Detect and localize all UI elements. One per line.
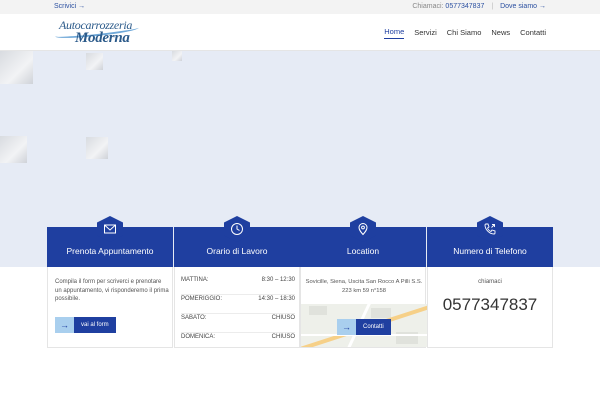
chiamaci-number-link[interactable]: 0577347837 bbox=[445, 3, 484, 10]
hours-row: DOMENICA: CHIUSO bbox=[181, 333, 295, 352]
nav-item-contatti[interactable]: Contatti bbox=[520, 26, 546, 39]
panel-description: Compila il form per scriverci e prenotar… bbox=[55, 279, 169, 302]
dove-siamo-link[interactable]: Dove siamo → bbox=[500, 3, 546, 10]
scrivici-link[interactable]: Scrivici → bbox=[54, 0, 85, 14]
hours-row: MATTINA: 8:30 – 12:30 bbox=[181, 276, 295, 295]
hours-time: CHIUSO bbox=[271, 315, 295, 321]
nav-item-chi-siamo[interactable]: Chi Siamo bbox=[447, 26, 482, 39]
logo[interactable]: Autocarrozzeria Moderna bbox=[54, 18, 140, 48]
nav-item-servizi[interactable]: Servizi bbox=[414, 26, 437, 39]
hours-list: MATTINA: 8:30 – 12:30 POMERIGGIO: 14:30 … bbox=[181, 276, 295, 352]
hours-row: POMERIGGIO: 14:30 – 18:30 bbox=[181, 295, 295, 314]
panel-header: Orario di Lavoro bbox=[174, 216, 300, 267]
arrow-right-icon: → bbox=[337, 319, 356, 335]
panel-title: Numero di Telefono bbox=[453, 246, 527, 256]
panel-header: Location bbox=[300, 216, 426, 267]
contact-info: Chiamaci: 0577347837 | Dove siamo → bbox=[412, 0, 546, 14]
panel-title: Orario di Lavoro bbox=[206, 246, 268, 256]
hours-day: SABATO: bbox=[181, 315, 207, 321]
panel-title: Prenota Appuntamento bbox=[66, 246, 154, 256]
hours-day: DOMENICA: bbox=[181, 334, 216, 340]
address-text: Sovicille, Siena, Uscita San Rocco A Pil… bbox=[305, 279, 423, 294]
hours-row: SABATO: CHIUSO bbox=[181, 314, 295, 333]
vai-al-form-button[interactable]: → vai al form bbox=[55, 317, 116, 333]
main-nav: Home Servizi Chi Siamo News Contatti bbox=[384, 14, 546, 50]
chiamaci-label: Chiamaci: bbox=[412, 3, 444, 10]
hours-day: MATTINA: bbox=[181, 277, 209, 283]
map-block bbox=[371, 308, 391, 318]
chiamaci-text: chiamaci bbox=[478, 279, 502, 285]
nav-item-home[interactable]: Home bbox=[384, 25, 405, 39]
panel-body: Compila il form per scriverci e prenotar… bbox=[47, 267, 173, 348]
panel-body: chiamaci 0577347837 bbox=[427, 267, 553, 348]
panel-title: Location bbox=[346, 246, 380, 256]
button-label: vai al form bbox=[74, 317, 116, 333]
separator: | bbox=[491, 3, 494, 10]
decorative-tile bbox=[0, 136, 27, 163]
hours-time: 8:30 – 12:30 bbox=[261, 277, 295, 283]
map-block bbox=[309, 306, 327, 315]
panel-body: MATTINA: 8:30 – 12:30 POMERIGGIO: 14:30 … bbox=[174, 267, 300, 348]
phone-number-link[interactable]: 0577347837 bbox=[428, 295, 552, 315]
decorative-tile bbox=[86, 53, 103, 70]
top-bar: Scrivici → Chiamaci: 0577347837 | Dove s… bbox=[0, 0, 600, 14]
header: Autocarrozzeria Moderna Home Servizi Chi… bbox=[0, 14, 600, 51]
arrow-right-icon: → bbox=[55, 317, 74, 333]
panel-body: Sovicille, Siena, Uscita San Rocco A Pil… bbox=[300, 267, 427, 348]
decorative-tile bbox=[86, 137, 108, 159]
hours-time: 14:30 – 18:30 bbox=[258, 296, 295, 302]
decorative-tile bbox=[172, 51, 182, 61]
hours-time: CHIUSO bbox=[271, 334, 295, 340]
panel-header: Numero di Telefono bbox=[427, 216, 553, 267]
contatti-button[interactable]: → Contatti bbox=[337, 319, 391, 335]
hours-day: POMERIGGIO: bbox=[181, 296, 223, 302]
decorative-tile bbox=[0, 51, 33, 84]
button-label: Contatti bbox=[356, 319, 391, 335]
nav-item-news[interactable]: News bbox=[491, 26, 510, 39]
panel-header: Prenota Appuntamento bbox=[47, 216, 173, 267]
logo-line2: Moderna bbox=[75, 30, 130, 46]
